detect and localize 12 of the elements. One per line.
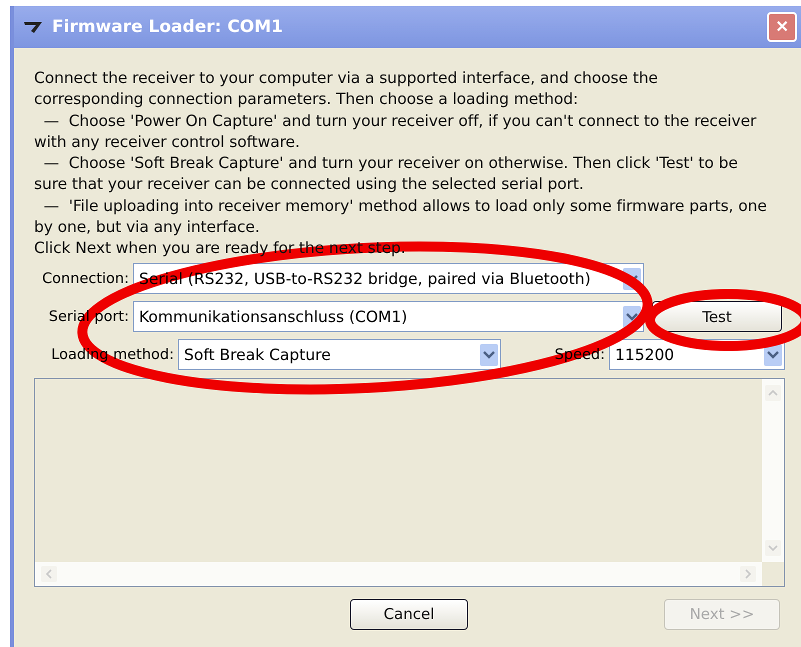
field-label: Connection: — [41, 270, 129, 287]
scroll-right-icon[interactable] — [740, 566, 756, 582]
cancel-button[interactable]: Cancel — [350, 598, 468, 630]
scroll-left-icon[interactable] — [41, 566, 57, 582]
vertical-scrollbar[interactable] — [762, 378, 784, 562]
app-logo-icon — [22, 20, 44, 34]
serial-port-dropdown[interactable]: Kommunikationsanschluss (COM1) — [133, 301, 644, 332]
horizontal-scrollbar[interactable] — [35, 562, 762, 586]
window-title: Firmware Loader: COM1 — [52, 17, 284, 37]
scroll-up-icon[interactable] — [765, 384, 781, 401]
loading-method-dropdown[interactable]: Soft Break Capture — [178, 339, 501, 370]
scroll-down-icon[interactable] — [765, 540, 781, 556]
